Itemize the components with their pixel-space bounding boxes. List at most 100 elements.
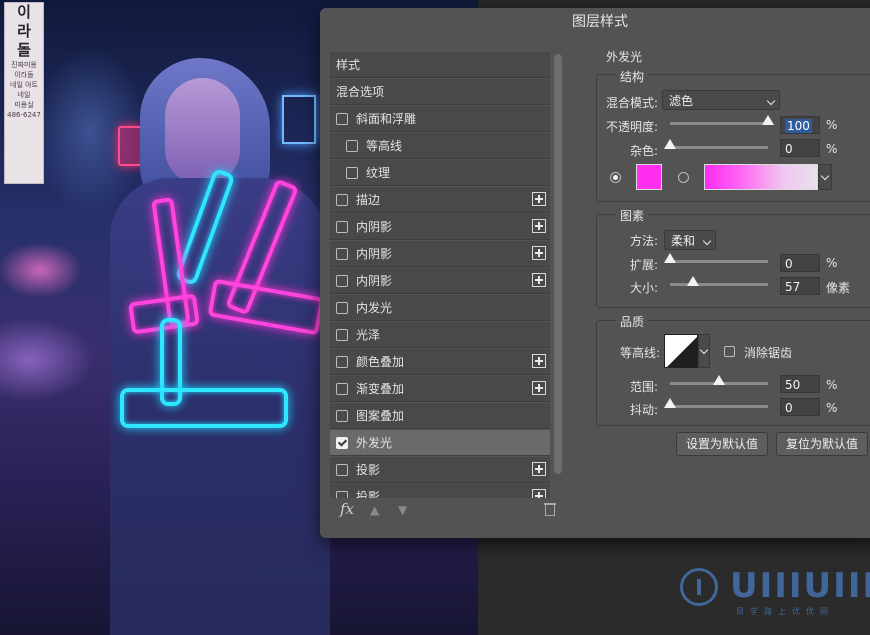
add-style-icon[interactable] — [532, 462, 546, 476]
style-list: 样式 混合选项 斜面和浮雕 等高线 纹理 描边 内阴影 内阴影 内阴影 内发光 光泽 颜色叠加 渐变叠加… — [330, 52, 550, 498]
percent-unit: % — [826, 256, 838, 270]
add-style-icon[interactable] — [532, 192, 546, 206]
style-list-scrollbar[interactable] — [554, 52, 562, 484]
style-list-item[interactable]: 图案叠加 — [330, 403, 550, 429]
reset-default-button[interactable]: 复位为默认值 — [776, 432, 868, 456]
opacity-input[interactable]: 100 — [780, 116, 820, 134]
sign-small-text: 네일 — [17, 91, 31, 99]
style-list-item[interactable]: 渐变叠加 — [330, 376, 550, 402]
add-style-icon[interactable] — [532, 489, 546, 498]
contour-dropdown[interactable] — [698, 334, 710, 368]
gradient-radio[interactable] — [678, 172, 689, 183]
pixels-unit: 像素 — [826, 281, 851, 295]
style-checkbox[interactable] — [336, 437, 348, 449]
style-list-item[interactable]: 投影 — [330, 484, 550, 498]
noise-slider-knob[interactable] — [664, 139, 676, 149]
neon-figure — [110, 48, 330, 635]
style-list-item[interactable]: 纹理 — [330, 160, 550, 186]
style-list-item[interactable]: 内阴影 — [330, 241, 550, 267]
style-checkbox[interactable] — [336, 383, 348, 395]
add-style-icon[interactable] — [532, 381, 546, 395]
size-slider[interactable] — [670, 276, 768, 286]
style-checkbox[interactable] — [336, 275, 348, 287]
style-list-item[interactable]: 斜面和浮雕 — [330, 106, 550, 132]
style-checkbox[interactable] — [346, 167, 358, 179]
arrow-down-icon[interactable]: ▼ — [398, 504, 410, 516]
jitter-slider[interactable] — [664, 398, 768, 408]
noise-input[interactable]: 0 — [780, 139, 820, 157]
jitter-slider-knob[interactable] — [664, 398, 676, 408]
solid-color-radio[interactable] — [610, 172, 621, 183]
make-default-button[interactable]: 设置为默认值 — [676, 432, 768, 456]
style-list-label: 内阴影 — [356, 220, 393, 234]
style-checkbox[interactable] — [336, 356, 348, 368]
technique-label: 方法: — [630, 234, 659, 248]
style-list-item[interactable]: 内发光 — [330, 295, 550, 321]
style-checkbox[interactable] — [346, 140, 358, 152]
style-list-label: 图案叠加 — [356, 409, 405, 423]
style-checkbox[interactable] — [336, 410, 348, 422]
add-style-icon[interactable] — [532, 354, 546, 368]
style-checkbox[interactable] — [336, 221, 348, 233]
add-style-icon[interactable] — [532, 246, 546, 260]
glow-color-swatch[interactable] — [636, 164, 662, 190]
spread-slider[interactable] — [664, 253, 768, 263]
antialias-checkbox[interactable] — [724, 346, 735, 357]
spread-value: 0 — [785, 257, 793, 271]
style-checkbox[interactable] — [336, 464, 348, 476]
style-list-toolbar: fx ▲ ▼ — [330, 498, 566, 524]
style-checkbox[interactable] — [336, 113, 348, 125]
style-list-item[interactable]: 外发光 — [330, 430, 550, 456]
watermark-subtext: 目学路上优优网 — [736, 607, 834, 616]
korean-sign: 이 라 돌 진짜미용 이라돌 네일 아트 네일 미용실 486-6247 — [4, 2, 44, 184]
style-list-item[interactable]: 等高线 — [330, 133, 550, 159]
technique-select[interactable]: 柔和 — [664, 230, 716, 250]
gradient-dropdown[interactable] — [818, 164, 832, 190]
chevron-down-icon — [766, 96, 776, 106]
range-slider[interactable] — [670, 375, 768, 385]
contour-preview[interactable] — [664, 334, 698, 368]
noise-slider[interactable] — [664, 139, 768, 149]
style-checkbox[interactable] — [336, 194, 348, 206]
size-input[interactable]: 57 — [780, 277, 820, 295]
style-list-label: 纹理 — [366, 166, 391, 180]
size-slider-knob[interactable] — [686, 276, 699, 286]
percent-unit: % — [826, 118, 838, 132]
outer-glow-heading: 外发光 — [606, 50, 643, 64]
sign-small-text: 이라돌 — [14, 71, 34, 79]
fx-icon[interactable]: fx — [340, 500, 354, 518]
noise-label: 杂色: — [630, 144, 659, 158]
opacity-slider[interactable] — [670, 115, 774, 125]
style-list-item[interactable]: 光泽 — [330, 322, 550, 348]
style-list-item[interactable]: 混合选项 — [330, 79, 550, 105]
spread-input[interactable]: 0 — [780, 254, 820, 272]
size-value: 57 — [785, 280, 801, 294]
range-slider-knob[interactable] — [713, 375, 725, 385]
style-list-item[interactable]: 样式 — [330, 52, 550, 78]
style-checkbox[interactable] — [336, 248, 348, 260]
glow-gradient-picker[interactable] — [704, 164, 818, 190]
style-list-item[interactable]: 内阴影 — [330, 214, 550, 240]
jitter-input[interactable]: 0 — [780, 398, 820, 416]
trash-icon[interactable] — [544, 502, 556, 516]
scrollbar-thumb[interactable] — [554, 54, 562, 474]
style-list-item[interactable]: 颜色叠加 — [330, 349, 550, 375]
blend-mode-select[interactable]: 滤色 — [662, 90, 780, 110]
add-style-icon[interactable] — [532, 273, 546, 287]
range-input[interactable]: 50 — [780, 375, 820, 393]
arrow-up-icon[interactable]: ▲ — [370, 504, 382, 516]
style-list-item[interactable]: 投影 — [330, 457, 550, 483]
sign-small-text: 미용실 — [14, 101, 34, 109]
style-checkbox[interactable] — [336, 329, 348, 341]
style-checkbox[interactable] — [336, 302, 348, 314]
structure-title: 结构 — [616, 68, 649, 85]
percent-unit: % — [826, 142, 838, 156]
opacity-slider-knob[interactable] — [762, 115, 774, 125]
neon-belt-cyan — [120, 388, 288, 428]
style-list-item[interactable]: 描边 — [330, 187, 550, 213]
style-checkbox[interactable] — [336, 491, 348, 498]
add-style-icon[interactable] — [532, 219, 546, 233]
style-list-item[interactable]: 内阴影 — [330, 268, 550, 294]
face — [165, 78, 240, 183]
spread-slider-knob[interactable] — [664, 253, 676, 263]
